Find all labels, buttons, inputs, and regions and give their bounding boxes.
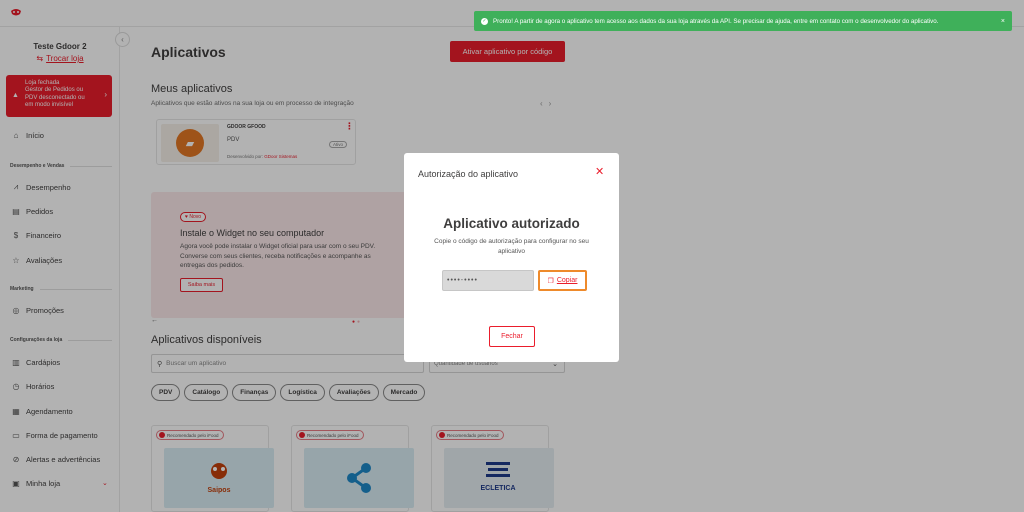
- close-icon[interactable]: ✕: [595, 165, 604, 178]
- toast-message: Pronto! A partir de agora o aplicativo t…: [493, 17, 939, 25]
- app-root: ‹ Teste Gdoor 2 ⇆ Trocar loja ▲ Loja fech…: [0, 0, 1024, 512]
- modal-heading: Aplicativo autorizado: [443, 216, 580, 231]
- modal-title: Autorização do aplicativo: [418, 169, 519, 179]
- copy-label: Copiar: [556, 277, 578, 284]
- copy-button[interactable]: ❐ Copiar: [538, 270, 587, 291]
- success-toast: ✓ Pronto! A partir de agora o aplicativo…: [474, 11, 1012, 31]
- modal-description: Copie o código de autorização para confi…: [434, 238, 589, 255]
- authorization-modal: Autorização do aplicativo ✕ Aplicativo a…: [404, 153, 619, 362]
- check-circle-icon: ✓: [481, 17, 488, 25]
- copy-icon: ❐: [547, 277, 554, 285]
- authorization-code-field[interactable]: ••••-••••: [442, 270, 534, 291]
- close-icon[interactable]: ×: [1001, 18, 1005, 25]
- close-modal-button[interactable]: Fechar: [489, 326, 535, 347]
